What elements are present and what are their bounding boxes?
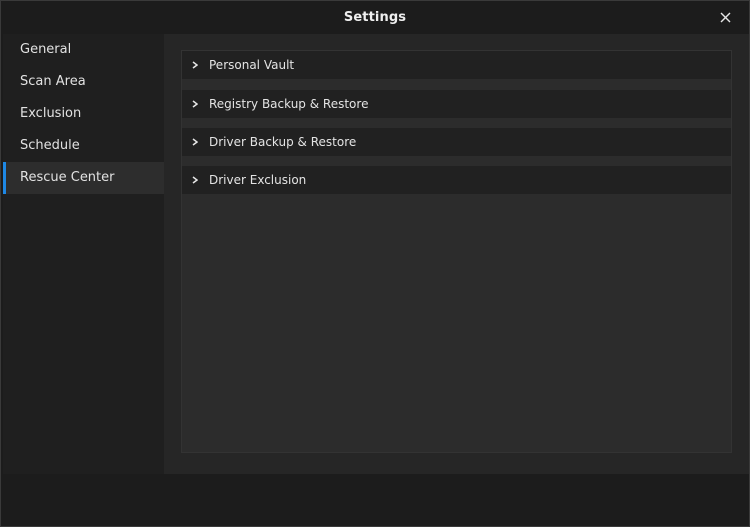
section-personal-vault[interactable]: Personal Vault xyxy=(182,51,731,79)
sidebar-item-rescue-center[interactable]: Rescue Center xyxy=(3,162,164,194)
window-title: Settings xyxy=(343,10,407,25)
section-driver-exclusion[interactable]: Driver Exclusion xyxy=(182,166,731,194)
section-label: Driver Exclusion xyxy=(209,173,307,187)
section-label: Personal Vault xyxy=(209,58,295,72)
section-driver-backup-restore[interactable]: Driver Backup & Restore xyxy=(182,128,731,156)
sidebar-item-label: Scan Area xyxy=(20,74,86,89)
section-label: Registry Backup & Restore xyxy=(209,97,369,111)
sidebar-item-label: Schedule xyxy=(20,138,80,153)
sidebar-item-general[interactable]: General xyxy=(3,34,164,66)
settings-window: Settings General Scan Area Exclusion Sch… xyxy=(0,0,750,527)
sidebar-item-scan-area[interactable]: Scan Area xyxy=(3,66,164,98)
chevron-right-icon xyxy=(190,175,200,185)
close-button[interactable] xyxy=(715,7,735,27)
sidebar-item-schedule[interactable]: Schedule xyxy=(3,130,164,162)
sidebar-item-label: Rescue Center xyxy=(20,170,115,185)
close-icon xyxy=(720,12,730,22)
settings-sidebar: General Scan Area Exclusion Schedule Res… xyxy=(3,34,164,474)
sidebar-item-label: General xyxy=(20,42,72,57)
sidebar-item-exclusion[interactable]: Exclusion xyxy=(3,98,164,130)
section-registry-backup-restore[interactable]: Registry Backup & Restore xyxy=(182,90,731,118)
window-footer xyxy=(1,474,749,526)
title-bar: Settings xyxy=(1,1,749,34)
settings-content: Personal Vault Registry Backup & Restore… xyxy=(164,34,749,474)
chevron-right-icon xyxy=(190,99,200,109)
chevron-right-icon xyxy=(190,60,200,70)
sidebar-item-label: Exclusion xyxy=(20,106,82,121)
chevron-right-icon xyxy=(190,137,200,147)
rescue-center-panel: Personal Vault Registry Backup & Restore… xyxy=(181,50,732,453)
section-label: Driver Backup & Restore xyxy=(209,135,357,149)
